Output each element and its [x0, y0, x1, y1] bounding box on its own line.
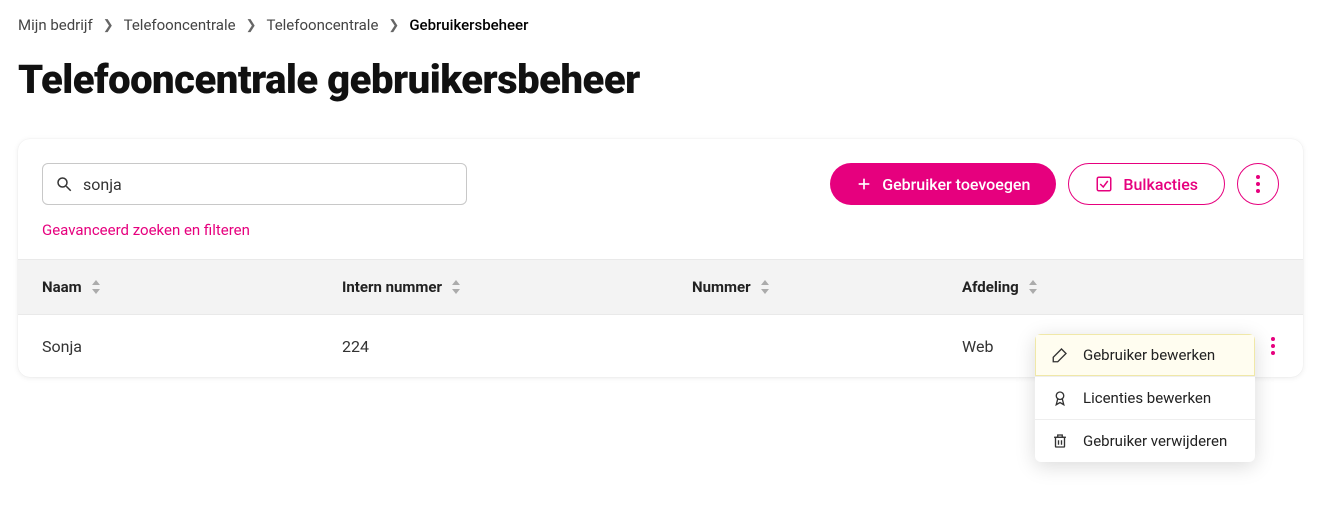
license-icon — [1051, 389, 1069, 407]
more-actions-button[interactable] — [1237, 163, 1279, 205]
table-header-row: Naam Intern nummer Nummer Afdeling — [18, 259, 1303, 315]
trash-icon — [1051, 432, 1069, 450]
main-card: Gebruiker toevoegen Bulkacties Geavancee… — [18, 139, 1303, 377]
menu-item-label: Gebruiker bewerken — [1083, 346, 1215, 364]
sort-icon — [1027, 279, 1039, 295]
row-menu-button[interactable] — [1267, 333, 1279, 359]
menu-item-label: Gebruiker verwijderen — [1083, 432, 1227, 450]
column-header-intern[interactable]: Intern nummer — [342, 278, 692, 296]
add-user-label: Gebruiker toevoegen — [882, 175, 1030, 194]
page-title: Telefooncentrale gebruikersbeheer — [18, 56, 1303, 103]
bulk-actions-label: Bulkacties — [1123, 175, 1198, 194]
column-header-afdeling-label: Afdeling — [962, 278, 1019, 296]
bulk-actions-button[interactable]: Bulkacties — [1068, 163, 1225, 205]
menu-item-label: Licenties bewerken — [1083, 389, 1211, 407]
search-icon — [55, 175, 73, 193]
breadcrumb-current: Gebruikersbeheer — [409, 16, 528, 34]
column-header-name-label: Naam — [42, 278, 82, 296]
checkbox-icon — [1095, 175, 1113, 193]
column-header-intern-label: Intern nummer — [342, 278, 442, 296]
column-header-nummer-label: Nummer — [692, 278, 751, 296]
plus-icon — [856, 176, 872, 192]
column-header-nummer[interactable]: Nummer — [692, 278, 962, 296]
chevron-right-icon: ❯ — [103, 18, 114, 33]
search-input[interactable] — [83, 175, 454, 194]
breadcrumb-link[interactable]: Mijn bedrijf — [18, 16, 93, 34]
breadcrumb-link[interactable]: Telefooncentrale — [124, 16, 236, 34]
edit-icon — [1051, 346, 1069, 364]
sort-icon — [450, 279, 462, 295]
more-vertical-icon — [1256, 175, 1260, 193]
cell-name: Sonja — [42, 337, 342, 356]
column-header-afdeling[interactable]: Afdeling — [962, 278, 1249, 296]
menu-item-delete-user[interactable]: Gebruiker verwijderen — [1035, 419, 1255, 462]
column-header-name[interactable]: Naam — [42, 278, 342, 296]
chevron-right-icon: ❯ — [246, 18, 257, 33]
sort-icon — [759, 279, 771, 295]
row-context-menu: Gebruiker bewerken Licenties bewerken Ge… — [1035, 334, 1255, 462]
breadcrumb-link[interactable]: Telefooncentrale — [266, 16, 378, 34]
advanced-search-link[interactable]: Geavanceerd zoeken en filteren — [42, 221, 1279, 239]
search-field-wrapper — [42, 163, 467, 205]
add-user-button[interactable]: Gebruiker toevoegen — [830, 163, 1056, 205]
menu-item-edit-user[interactable]: Gebruiker bewerken — [1035, 334, 1255, 376]
menu-item-edit-licenses[interactable]: Licenties bewerken — [1035, 376, 1255, 419]
sort-icon — [90, 279, 102, 295]
cell-intern: 224 — [342, 337, 692, 356]
breadcrumb: Mijn bedrijf ❯ Telefooncentrale ❯ Telefo… — [18, 16, 1303, 34]
chevron-right-icon: ❯ — [388, 18, 399, 33]
